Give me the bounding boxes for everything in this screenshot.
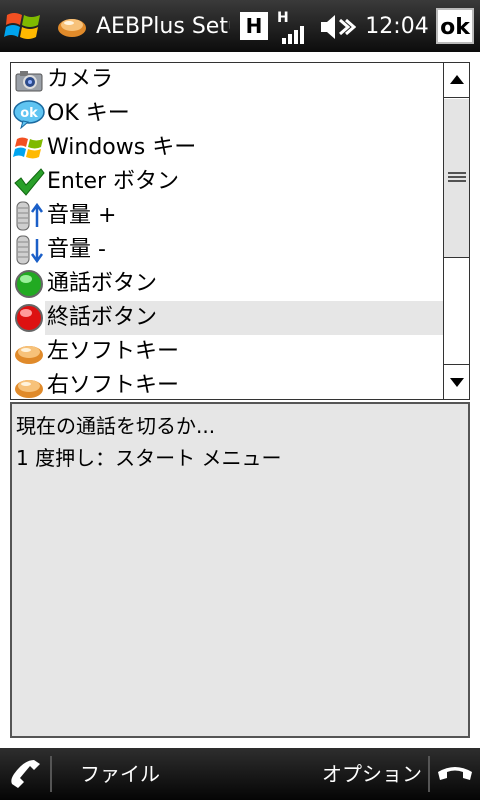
list-item-label: 左ソフトキー <box>47 339 180 364</box>
description-line-2: 1 度押し：スタート メニュー <box>16 446 282 470</box>
scroll-thumb[interactable] <box>444 99 469 258</box>
app-title: AEBPlus Setu <box>96 14 230 39</box>
scroll-up-arrow-icon <box>450 75 464 84</box>
clock[interactable]: 12:04 <box>362 12 432 42</box>
list-item-label: 音量 - <box>47 237 106 262</box>
signal-type-label: H <box>277 10 289 26</box>
grip-icon <box>448 172 466 182</box>
checkmark-icon <box>14 168 45 196</box>
list-item-label: 終話ボタン <box>47 305 158 330</box>
list-item-label: カメラ <box>47 67 114 92</box>
list-item-volume-down[interactable]: 音量 - <box>11 233 443 267</box>
options-softkey[interactable]: オプション <box>322 758 422 790</box>
title-bar: AEBPlus Setu H H 12:04 ok <box>0 0 480 52</box>
scroll-up-button[interactable] <box>444 63 469 98</box>
list-item-label: 右ソフトキー <box>47 373 180 398</box>
ok-button[interactable]: ok <box>436 8 474 44</box>
list-item-label: Windows キー <box>47 135 197 160</box>
list-item-label: Enter ボタン <box>47 169 180 194</box>
phone-call-icon[interactable] <box>8 758 42 790</box>
list-item-camera[interactable]: カメラ <box>11 63 443 97</box>
camera-icon <box>15 71 43 92</box>
scrollbar[interactable] <box>443 63 469 399</box>
separator <box>428 756 430 792</box>
list-item-left-softkey[interactable]: 左ソフトキー <box>11 335 443 369</box>
scroll-down-button[interactable] <box>444 364 469 399</box>
red-end-call-icon <box>15 304 43 332</box>
description-panel: 現在の通話を切るか... 1 度押し：スタート メニュー <box>10 402 470 738</box>
left-softkey-icon <box>15 346 43 364</box>
list-item-ok-key[interactable]: ok OK キー <box>11 97 443 131</box>
volume-up-icon <box>16 201 44 231</box>
list-item-label: 音量 + <box>47 203 117 228</box>
end-call-icon[interactable] <box>436 760 474 788</box>
list-item-label: 通話ボタン <box>47 271 158 296</box>
softkey-bar: ファイル オプション <box>0 748 480 800</box>
description-line-1: 現在の通話を切るか... <box>16 414 216 438</box>
file-softkey[interactable]: ファイル <box>80 758 160 790</box>
list-item-volume-up[interactable]: 音量 + <box>11 199 443 233</box>
separator <box>50 756 52 792</box>
list-item-end-call-button[interactable]: 終話ボタン <box>11 301 443 335</box>
button-list[interactable]: カメラ ok OK キー Windows キー Enter ボタン 音量 + 音… <box>10 62 470 400</box>
right-softkey-icon <box>15 380 43 398</box>
scroll-down-arrow-icon <box>450 378 464 387</box>
network-type-indicator: H <box>240 12 268 40</box>
speaker-muted-icon[interactable] <box>318 12 356 42</box>
list-item-windows-key[interactable]: Windows キー <box>11 131 443 165</box>
list-item-right-softkey[interactable]: 右ソフトキー <box>11 369 443 399</box>
windows-key-icon <box>13 137 43 159</box>
windows-start-icon[interactable] <box>4 7 44 45</box>
app-icon <box>58 19 86 37</box>
list-item-label: OK キー <box>47 101 130 126</box>
list-item-call-button[interactable]: 通話ボタン <box>11 267 443 301</box>
ok-key-icon: ok <box>13 100 45 129</box>
list-item-enter-button[interactable]: Enter ボタン <box>11 165 443 199</box>
svg-text:ok: ok <box>20 106 38 121</box>
signal-strength-icon: H <box>277 10 304 44</box>
volume-down-icon <box>16 235 44 265</box>
green-call-icon <box>15 270 43 298</box>
